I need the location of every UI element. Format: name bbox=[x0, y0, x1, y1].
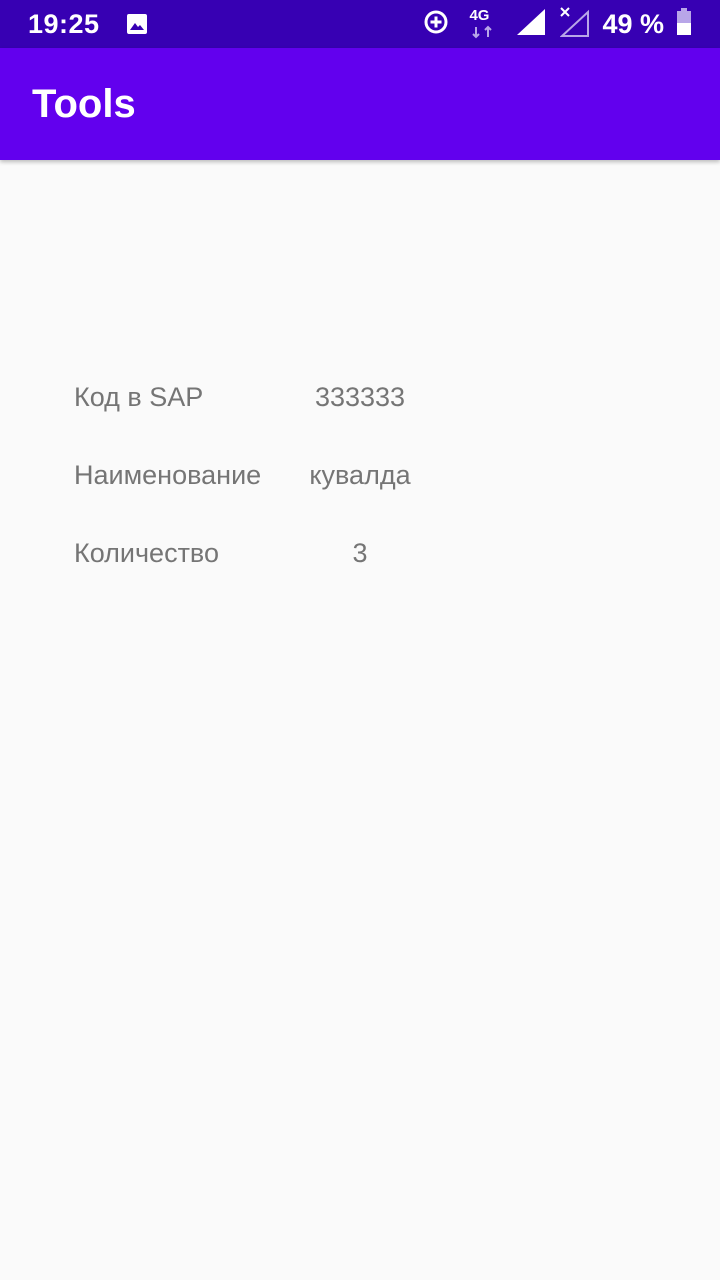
battery-percent: 49 % bbox=[602, 8, 664, 39]
sap-code-value: 333333 bbox=[314, 382, 406, 412]
tool-details: Код в SAP 333333 Наименование кувалда Ко… bbox=[0, 160, 720, 1280]
detail-row-quantity: Количество 3 bbox=[0, 538, 720, 578]
image-icon bbox=[126, 13, 148, 40]
sap-code-label: Код в SAP bbox=[74, 382, 204, 412]
detail-row-sap-code: Код в SAP 333333 bbox=[0, 382, 720, 422]
name-value: кувалда bbox=[309, 460, 411, 490]
signal-icon bbox=[516, 8, 546, 41]
quantity-label: Количество bbox=[74, 538, 219, 568]
signal-no-service-icon bbox=[559, 6, 590, 42]
battery-fill bbox=[677, 22, 691, 35]
data-saver-icon bbox=[422, 8, 450, 41]
page-title: Tools bbox=[32, 82, 136, 126]
name-label: Наименование bbox=[74, 460, 262, 490]
detail-row-name: Наименование кувалда bbox=[0, 460, 720, 500]
app-bar: Tools bbox=[0, 48, 720, 160]
status-bar: 19:25 4G 49 % bbox=[0, 0, 720, 48]
battery-icon bbox=[676, 7, 692, 41]
quantity-value: 3 bbox=[352, 538, 368, 568]
status-icons: 4G 49 % bbox=[422, 0, 692, 48]
status-time: 19:25 bbox=[28, 9, 100, 39]
network-4g-icon: 4G bbox=[468, 7, 498, 41]
